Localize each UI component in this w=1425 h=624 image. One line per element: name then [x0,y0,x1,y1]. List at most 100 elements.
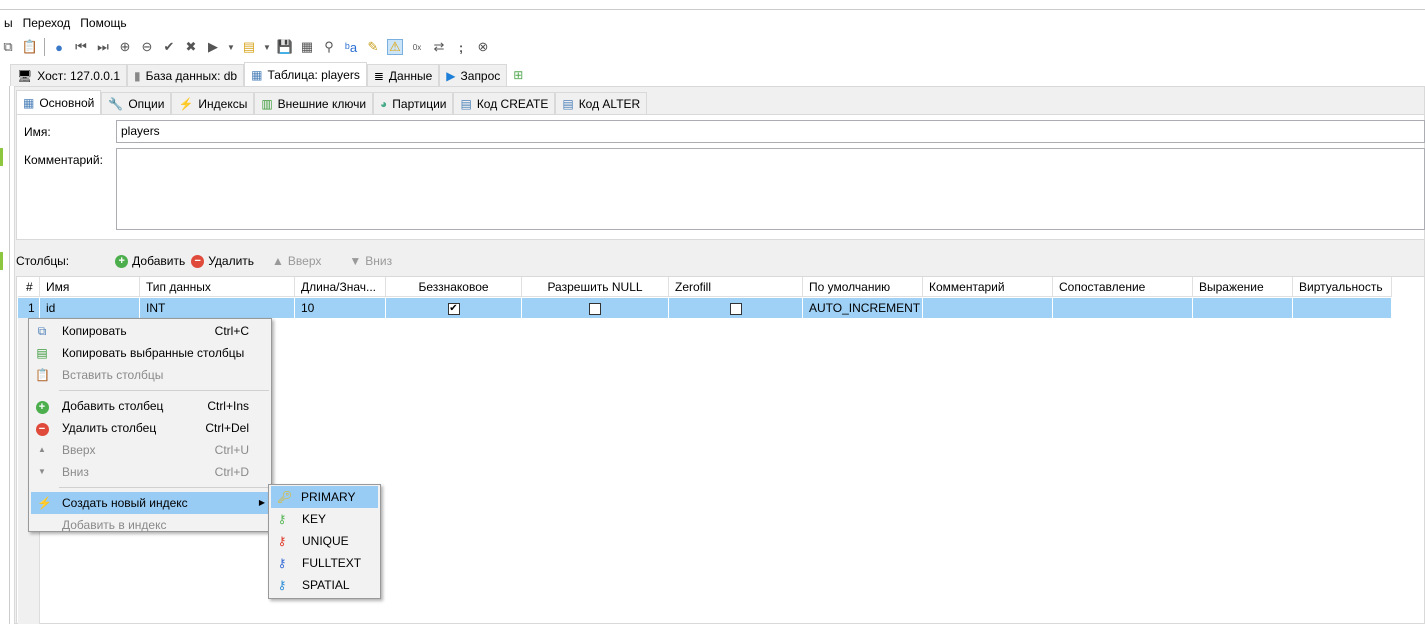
header-collation[interactable]: Сопоставление [1053,277,1193,297]
table-name-input[interactable]: players [116,120,1425,143]
submenu-item-fulltext[interactable]: ⚷ FULLTEXT [269,552,380,574]
delete-column-button[interactable]: − Удалить [191,254,254,268]
cell-default[interactable]: AUTO_INCREMENT [803,298,923,318]
save-icon[interactable]: 💾 [277,39,293,55]
warning-icon[interactable]: ⚠ [387,39,403,55]
run-icon[interactable]: ▶ [205,39,221,55]
cell-comment[interactable] [923,298,1053,318]
comment-label: Комментарий: [24,153,103,167]
arrow-down-icon: ▼ [38,467,46,476]
table-icon: ▦ [23,95,35,110]
foreign-key-icon: ▥ [261,96,273,111]
header-name[interactable]: Имя [40,277,140,297]
header-num[interactable]: # [18,277,40,297]
header-type[interactable]: Тип данных [140,277,295,297]
new-query-tab-button[interactable]: ⊞ [507,64,529,86]
dropdown-icon[interactable]: ▼ [227,39,235,55]
cell-zerofill[interactable] [669,298,803,318]
menu-item-delete-column[interactable]: − Удалить столбец Ctrl+Del [29,417,271,439]
copy-icon[interactable]: ⧉ [0,39,16,55]
header-virtuality[interactable]: Виртуальность [1293,277,1392,297]
cell-num: 1 [18,298,40,318]
zerofill-checkbox[interactable] [729,302,742,315]
menu-item-move-up[interactable]: ▲ Вверх Ctrl+U [29,439,271,461]
key-icon: ⚷ [277,512,287,526]
cell-name[interactable]: id [40,298,140,318]
ok-icon[interactable]: ✔ [161,39,177,55]
stop-icon[interactable]: ⊗ [475,39,491,55]
find-icon[interactable]: ⚲ [321,39,337,55]
paste-icon: 📋 [35,368,50,382]
cell-virtuality[interactable] [1293,298,1392,318]
saveas-icon[interactable]: ▦ [299,39,315,55]
cell-collation[interactable] [1053,298,1193,318]
wrap-icon[interactable]: ⇄ [431,39,447,55]
submenu-item-unique[interactable]: ⚷ UNIQUE [269,530,380,552]
tab-create-code[interactable]: ▤ Код CREATE [453,92,556,114]
menu-item-partial[interactable]: ы [4,16,13,30]
tab-query[interactable]: ▶ Запрос [439,64,508,86]
tab-foreign-keys[interactable]: ▥ Внешние ключи [254,92,374,114]
menu-item-copy-selected-columns[interactable]: ▤ Копировать выбранные столбцы [29,342,271,364]
table-icon: ▦ [251,67,263,82]
main-tabs: 🖥 Хост: 127.0.0.1 ▮ База данных: db ▦ Табли… [10,62,529,86]
menu-item-create-index[interactable]: ⚡ Создать новый индекс ▶ [31,492,269,514]
menu-item-paste-columns[interactable]: 📋 Вставить столбцы [29,364,271,386]
first-icon[interactable]: ⏮ [73,39,89,55]
submenu-item-spatial[interactable]: ⚷ SPATIAL [269,574,380,596]
header-allow-null[interactable]: Разрешить NULL [522,277,669,297]
tab-table[interactable]: ▦ Таблица: players [244,62,367,86]
tab-indexes[interactable]: ⚡ Индексы [171,92,255,114]
query-icon[interactable]: ▤ [241,39,257,55]
tab-options[interactable]: 🔧 Опции [101,92,172,114]
remove-icon[interactable]: ⊖ [139,39,155,55]
semicolon-icon[interactable]: ; [453,39,469,55]
header-zerofill[interactable]: Zerofill [669,277,803,297]
cancel-icon[interactable]: ✖ [183,39,199,55]
hex-icon[interactable]: 0x [409,39,425,55]
menu-item-move-down[interactable]: ▼ Вниз Ctrl+D [29,461,271,483]
menu-label: FULLTEXT [302,556,362,570]
menu-item-add-column[interactable]: + Добавить столбец Ctrl+Ins [29,395,271,417]
cell-length[interactable]: 10 [295,298,386,318]
header-comment[interactable]: Комментарий [923,277,1053,297]
tab-label: Таблица: players [267,67,360,82]
help-icon[interactable]: ● [51,39,67,55]
cell-expression[interactable] [1193,298,1293,318]
paste-icon[interactable]: 📋 [22,39,38,55]
tab-data[interactable]: ≣ Данные [366,64,440,86]
header-length[interactable]: Длина/Знач... [295,277,386,297]
submenu-item-primary[interactable]: 🔑︎ PRIMARY [271,486,378,508]
cell-allow-null[interactable] [522,298,669,318]
edit-icon[interactable]: ✎ [365,39,381,55]
replace-icon[interactable]: ᵇa [343,39,359,55]
code-icon: ▤ [460,96,472,111]
menu-item-go[interactable]: Переход [23,16,71,30]
menu-item-add-to-index[interactable]: Добавить в индекс [29,514,271,536]
unsigned-checkbox[interactable]: ✔ [447,302,460,315]
menu-label: KEY [302,512,327,526]
header-unsigned[interactable]: Беззнаковое [386,277,522,297]
menu-item-copy[interactable]: ⧉ Копировать Ctrl+C [29,320,271,342]
move-up-button[interactable]: ▲ Вверх [272,254,321,268]
add-icon[interactable]: ⊕ [117,39,133,55]
cell-type[interactable]: INT [140,298,295,318]
menu-label: Добавить в индекс [62,518,167,532]
submenu-item-key[interactable]: ⚷ KEY [269,508,380,530]
table-comment-input[interactable] [116,148,1425,230]
cell-unsigned[interactable]: ✔ [386,298,522,318]
tab-basic[interactable]: ▦ Основной [16,90,102,114]
move-down-button[interactable]: ▼ Вниз [349,254,392,268]
last-icon[interactable]: ⏭ [95,39,111,55]
tab-database[interactable]: ▮ База данных: db [127,64,245,86]
add-column-button[interactable]: + Добавить [115,254,185,268]
tab-partitions[interactable]: ◕ Партиции [373,92,454,114]
allow-null-checkbox[interactable] [589,302,601,315]
header-expression[interactable]: Выражение [1193,277,1293,297]
dropdown-icon[interactable]: ▼ [263,39,271,55]
copy-columns-icon: ▤ [36,346,48,360]
tab-host[interactable]: 🖥 Хост: 127.0.0.1 [10,64,127,86]
tab-alter-code[interactable]: ▤ Код ALTER [555,92,648,114]
header-default[interactable]: По умолчанию [803,277,923,297]
menu-item-help[interactable]: Помощь [80,16,126,30]
